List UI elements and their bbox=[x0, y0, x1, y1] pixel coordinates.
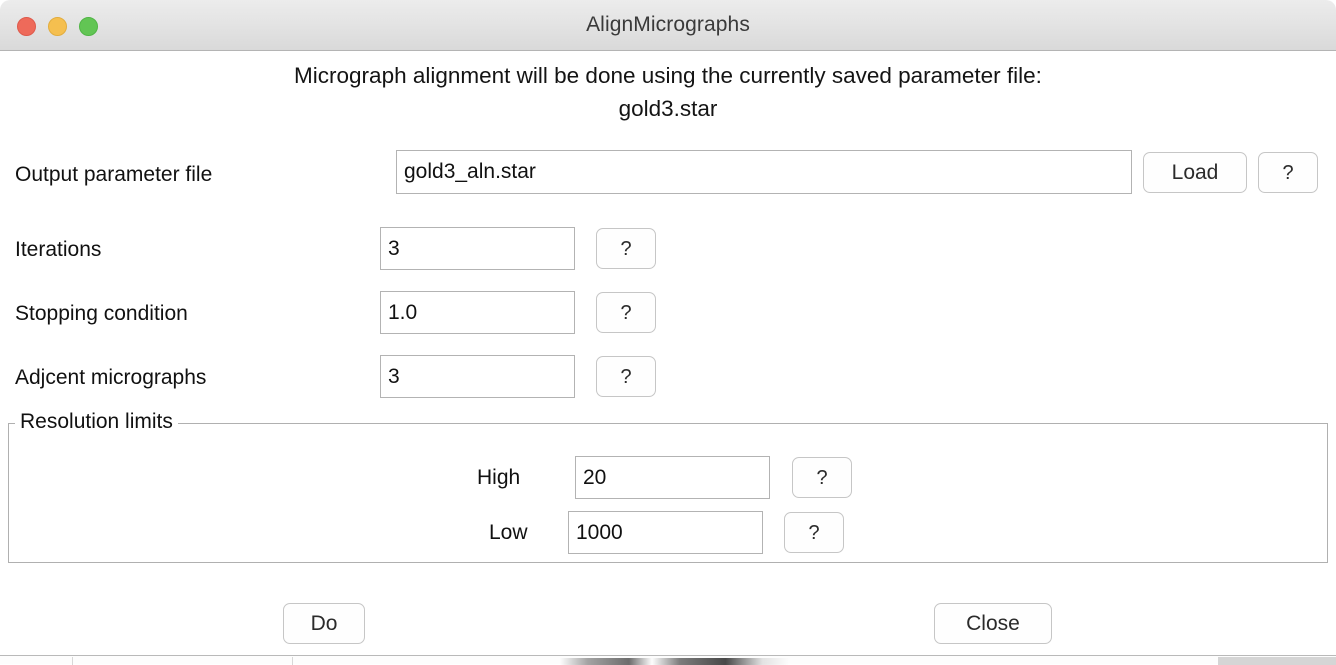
adjacent-micrographs-label: Adjcent micrographs bbox=[15, 366, 207, 389]
window-titlebar: AlignMicrographs bbox=[0, 0, 1336, 51]
load-button[interactable]: Load bbox=[1143, 152, 1247, 193]
output-parameter-file-input[interactable] bbox=[396, 150, 1132, 194]
stopping-condition-help-button[interactable]: ? bbox=[596, 292, 656, 333]
adjacent-micrographs-help-button[interactable]: ? bbox=[596, 356, 656, 397]
align-micrographs-window: AlignMicrographs Micrograph alignment wi… bbox=[0, 0, 1336, 654]
low-resolution-input[interactable] bbox=[568, 511, 763, 554]
close-button[interactable]: Close bbox=[934, 603, 1052, 644]
iterations-help-button[interactable]: ? bbox=[596, 228, 656, 269]
high-resolution-input[interactable] bbox=[575, 456, 770, 499]
stopping-condition-label: Stopping condition bbox=[15, 302, 188, 325]
window-title: AlignMicrographs bbox=[586, 13, 750, 36]
output-parameter-file-help-button[interactable]: ? bbox=[1258, 152, 1318, 193]
low-resolution-label: Low bbox=[489, 521, 528, 544]
headline-line-1: Micrograph alignment will be done using … bbox=[294, 63, 1042, 88]
iterations-input[interactable] bbox=[380, 227, 575, 270]
headline-message: Micrograph alignment will be done using … bbox=[0, 59, 1336, 125]
do-button[interactable]: Do bbox=[283, 603, 365, 644]
output-parameter-file-label: Output parameter file bbox=[15, 163, 213, 186]
resolution-limits-legend: Resolution limits bbox=[15, 410, 178, 434]
dialog-content: Micrograph alignment will be done using … bbox=[0, 51, 1336, 654]
stopping-condition-input[interactable] bbox=[380, 291, 575, 334]
high-resolution-label: High bbox=[477, 466, 521, 489]
low-resolution-help-button[interactable]: ? bbox=[784, 512, 844, 553]
headline-line-2: gold3.star bbox=[618, 96, 718, 121]
adjacent-micrographs-input[interactable] bbox=[380, 355, 575, 398]
background-window-edge bbox=[0, 655, 1336, 665]
iterations-label: Iterations bbox=[15, 238, 102, 261]
high-resolution-help-button[interactable]: ? bbox=[792, 457, 852, 498]
